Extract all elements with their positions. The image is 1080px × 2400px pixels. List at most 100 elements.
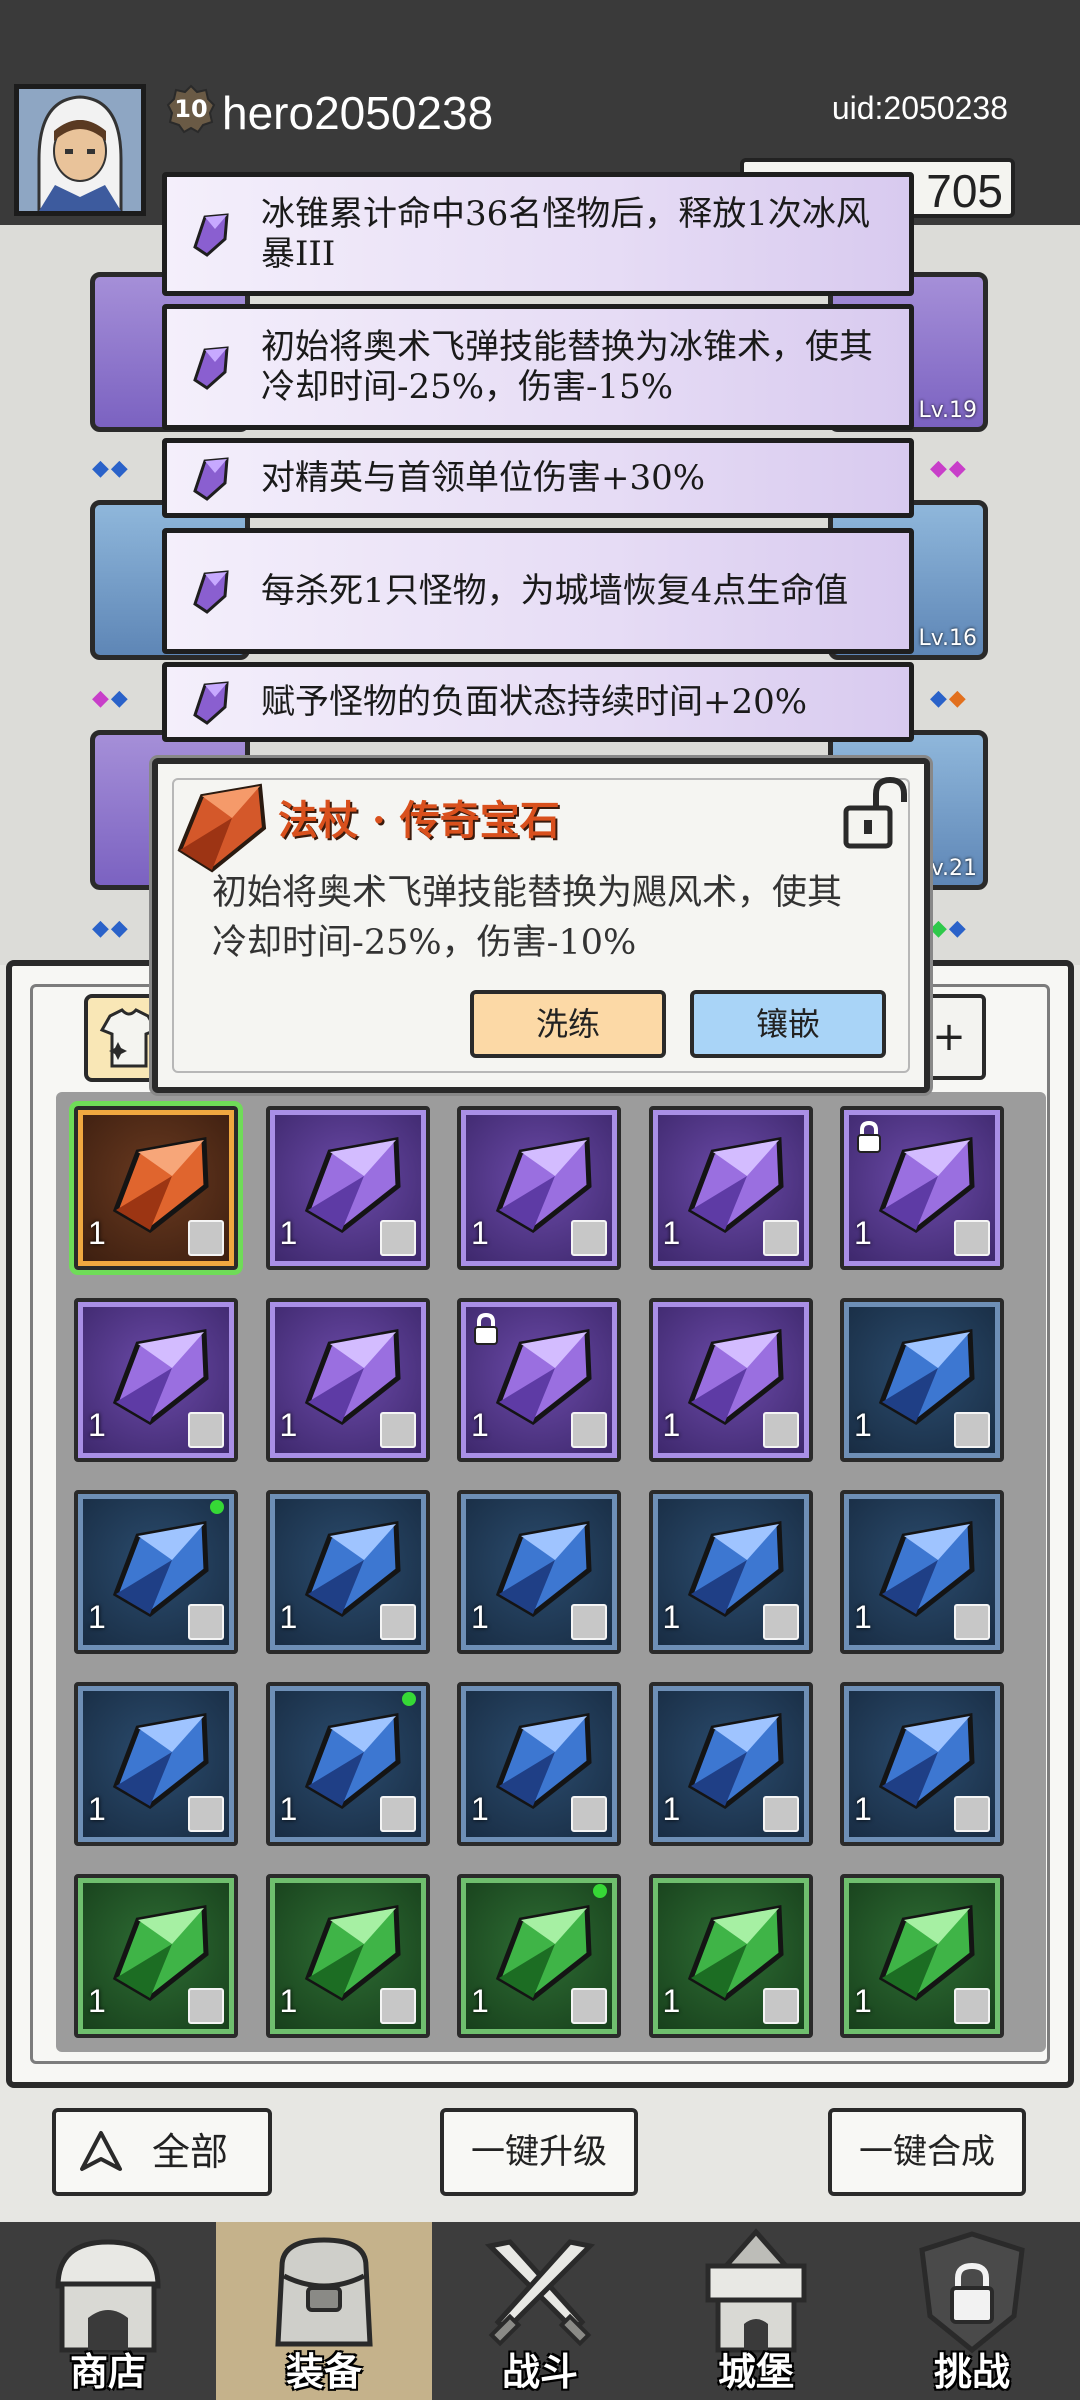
affix-row: 赋予怪物的负面状态持续时间+20% (162, 662, 914, 742)
affix-text: 对精英与首领单位伤害+30% (261, 458, 706, 498)
hat-slot-icon (379, 1796, 416, 1832)
affix-row: 冰锥累计命中36名怪物后，释放1次冰风暴III (162, 172, 914, 296)
filter-all-button[interactable]: 全部 (52, 2108, 272, 2196)
staff-slot-icon (762, 1220, 799, 1256)
staff-slot-icon (188, 1412, 224, 1448)
ring-slot-icon (571, 1988, 607, 2024)
gem-count: 1 (662, 1599, 681, 1635)
armor-slot-icon (571, 1604, 607, 1640)
nav-label: 城堡 (717, 2349, 794, 2394)
gem-count: 1 (279, 1215, 298, 1251)
gem-count: 1 (854, 1215, 872, 1251)
gem-count: 1 (854, 1407, 872, 1443)
gem-cell-purple[interactable]: 1 (265, 1106, 430, 1270)
player-name: hero2050238 (222, 87, 494, 139)
gem-cell-purple[interactable]: 1 (265, 1298, 430, 1462)
gem-cell-green[interactable]: 1 (457, 1874, 621, 2038)
nav-equipment[interactable]: 装备 (216, 2222, 432, 2400)
gem-count: 1 (854, 1983, 872, 2019)
refine-button[interactable]: 洗练 (470, 990, 666, 1058)
player-level-badge: 10 (166, 84, 216, 134)
gem-cell-purple[interactable]: 1 (840, 1106, 1004, 1270)
gem-count: 1 (88, 1407, 106, 1443)
gem-cell-blue[interactable]: 1 (648, 1682, 813, 1846)
gem-count: 1 (88, 1791, 106, 1827)
gem-cell-blue[interactable]: 1 (265, 1490, 430, 1654)
gem-cell-purple[interactable]: 1 (74, 1298, 238, 1462)
socket-diamonds-left-1: ◆◆ (92, 456, 130, 481)
gem-cell-green[interactable]: 1 (74, 1874, 238, 2038)
player-level: 10 (174, 95, 208, 123)
gem-cell-blue[interactable]: 1 (265, 1682, 430, 1846)
new-item-dot (210, 1500, 224, 1514)
gem-cell-blue[interactable]: 1 (840, 1490, 1004, 1654)
ring-slot-icon (188, 1604, 224, 1640)
merge-all-button[interactable]: 一键合成 (828, 2108, 1026, 2196)
inlay-button[interactable]: 镶嵌 (690, 990, 886, 1058)
socket-diamonds-right-3: ◆◆ (930, 916, 968, 941)
upgrade-all-button[interactable]: 一键升级 (440, 2108, 638, 2196)
gem-count: 1 (662, 1407, 681, 1443)
ring-h-slot-icon (762, 1796, 799, 1832)
ring-h-slot-icon (954, 1796, 990, 1832)
socket-diamonds-left-3: ◆◆ (92, 916, 130, 941)
gem-count: 1 (854, 1599, 872, 1635)
gem-cell-orange[interactable]: 1 (69, 1101, 243, 1275)
gem-count: 1 (88, 1983, 106, 2019)
boots-slot-icon (954, 1604, 990, 1640)
gem-cell-blue[interactable]: 1 (457, 1490, 621, 1654)
gem-count: 1 (471, 1983, 489, 2019)
gem-cell-blue[interactable]: 1 (457, 1682, 621, 1846)
staff-slot-icon (571, 1412, 607, 1448)
purple-gem-icon (193, 681, 229, 725)
gem-cell-green[interactable]: 1 (840, 1874, 1004, 2038)
affix-row: 每杀死1只怪物，为城墙恢复4点生命值 (162, 528, 914, 654)
nav-castle[interactable]: 城堡 (648, 2222, 864, 2400)
nav-battle[interactable]: 战斗 (432, 2222, 648, 2400)
gem-count: 1 (471, 1407, 489, 1443)
backpack-icon (275, 2237, 373, 2347)
nav-shop[interactable]: 商店 (0, 2222, 216, 2400)
purple-gem-icon (193, 457, 229, 501)
gem-count: 1 (471, 1791, 489, 1827)
gem-cell-blue[interactable]: 1 (840, 1682, 1004, 1846)
gem-cell-green[interactable]: 1 (648, 1874, 813, 2038)
nav-challenge[interactable]: 挑战 (864, 2222, 1080, 2400)
socket-diamonds-right-2: ◆◆ (930, 686, 968, 711)
gem-count: 1 (662, 1791, 681, 1827)
gem-cell-purple[interactable]: 1 (457, 1106, 621, 1270)
locked-shield-icon (919, 2231, 1025, 2354)
player-avatar[interactable] (14, 84, 146, 216)
gem-count: 1 (88, 1599, 106, 1635)
gem-cell-purple[interactable]: 1 (648, 1298, 813, 1462)
gem-cell-blue[interactable]: 1 (74, 1490, 238, 1654)
gem-cell-blue[interactable]: 1 (74, 1682, 238, 1846)
ring-slot-icon (188, 1988, 224, 2024)
socket-diamonds-right-1: ◆◆ (930, 456, 968, 481)
gem-cell-purple[interactable]: 1 (648, 1106, 813, 1270)
gem-cell-blue[interactable]: 1 (648, 1490, 813, 1654)
nav-label: 战斗 (501, 2349, 578, 2394)
socket-diamonds-left-2: ◆◆ (92, 686, 130, 711)
purple-gem-icon (193, 213, 229, 257)
nav-label: 挑战 (933, 2349, 1010, 2394)
gold-amount: 705 (926, 165, 1003, 217)
gem-count: 1 (662, 1983, 681, 2019)
ring-slot-icon (379, 1988, 416, 2024)
gem-title: 法杖 · 传奇宝石 (278, 797, 560, 844)
affix-text: 每杀死1只怪物，为城墙恢复4点生命值 (261, 571, 849, 611)
filter-all-label: 全部 (152, 2130, 229, 2174)
gem-cell-green[interactable]: 1 (265, 1874, 430, 2038)
ring-h-slot-icon (571, 1796, 607, 1832)
gem-count: 1 (662, 1215, 681, 1251)
hooded-hero-portrait (19, 89, 141, 211)
ring-slot-icon (954, 1412, 990, 1448)
gem-cell-purple[interactable]: 1 (457, 1298, 621, 1462)
gem-count: 1 (279, 1983, 298, 2019)
armor-slot-icon (379, 1604, 416, 1640)
padlock-icon (474, 1312, 498, 1345)
unlocked-padlock-icon[interactable] (840, 774, 910, 854)
legendary-gem-icon (177, 783, 267, 873)
gem-cell-blue[interactable]: 1 (840, 1298, 1004, 1462)
affix-text: 初始将奥术飞弹技能替换为冰锥术，使其冷却时间-25%，伤害-15% (261, 327, 873, 407)
